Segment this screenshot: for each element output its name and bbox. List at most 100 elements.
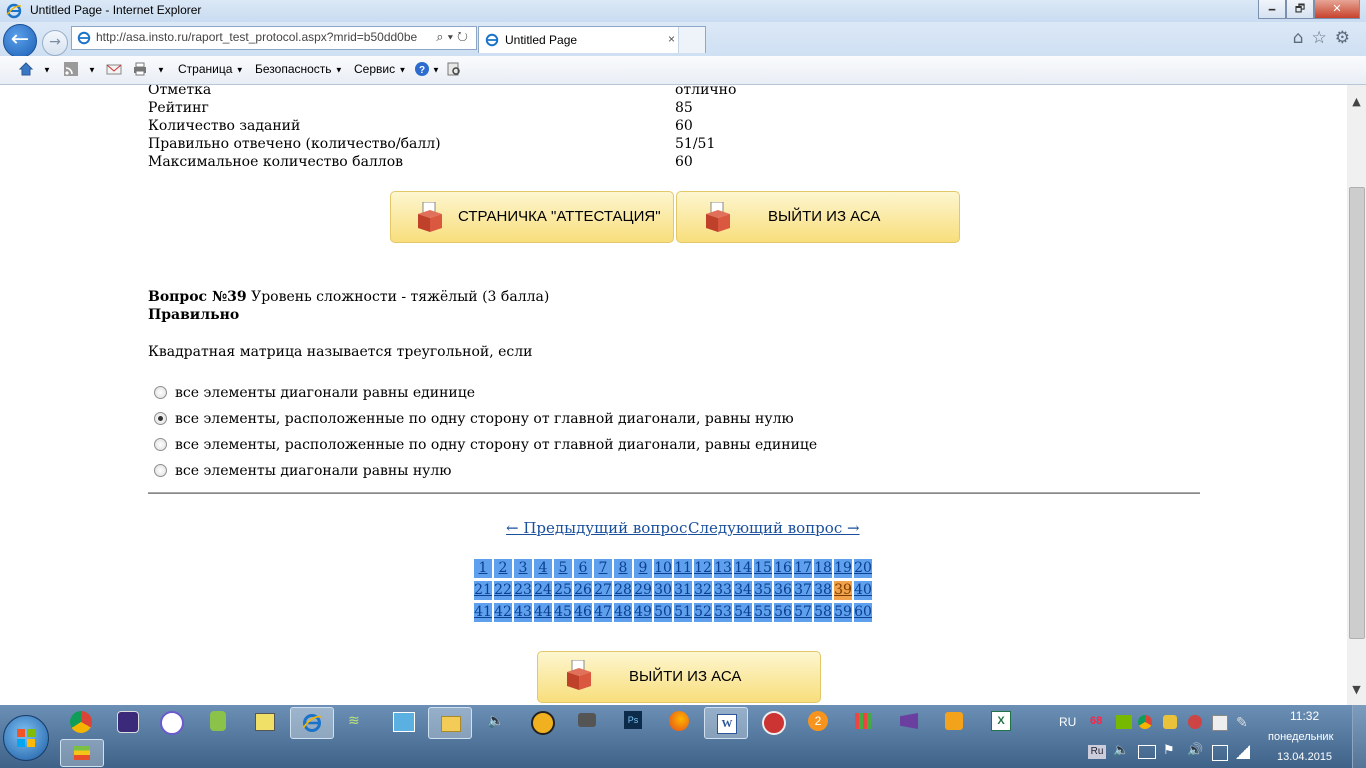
next-question-link[interactable]: Следующий вопрос → bbox=[688, 519, 860, 537]
question-number-link[interactable]: 41 bbox=[474, 603, 492, 622]
restore-button[interactable]: 🗗 bbox=[1286, 0, 1314, 19]
question-number-link[interactable]: 13 bbox=[714, 559, 732, 578]
question-number-link[interactable]: 56 bbox=[774, 603, 792, 622]
question-number-link[interactable]: 37 bbox=[794, 581, 812, 600]
question-number-link[interactable]: 4 bbox=[534, 559, 552, 578]
taskbar-app-window[interactable] bbox=[393, 712, 415, 732]
minimize-button[interactable]: 🗕 bbox=[1258, 0, 1286, 19]
question-number-link[interactable]: 19 bbox=[834, 559, 852, 578]
tray-window-icon[interactable] bbox=[1212, 715, 1228, 731]
taskbar-app-eye[interactable] bbox=[117, 711, 139, 733]
question-number-link[interactable]: 55 bbox=[754, 603, 772, 622]
question-number-link[interactable]: 11 bbox=[674, 559, 692, 578]
question-number-link[interactable]: 25 bbox=[554, 581, 572, 600]
new-tab-button[interactable] bbox=[678, 27, 705, 53]
question-number-link[interactable]: 45 bbox=[554, 603, 572, 622]
tray-ru-icon[interactable]: Ru bbox=[1088, 745, 1106, 759]
feeds-icon[interactable] bbox=[63, 61, 79, 77]
taskbar-app-daemon[interactable] bbox=[160, 711, 184, 735]
print-dropdown-icon[interactable]: ▼ bbox=[157, 62, 165, 76]
question-number-link[interactable]: 58 bbox=[814, 603, 832, 622]
question-number-link[interactable]: 14 bbox=[734, 559, 752, 578]
taskbar-app-photoshop[interactable]: Ps bbox=[624, 711, 642, 729]
tray-app-icon[interactable] bbox=[1163, 715, 1177, 729]
close-button[interactable]: ✕ bbox=[1314, 0, 1360, 19]
tray-flag-icon[interactable]: ⚑ bbox=[1163, 743, 1175, 758]
tray-tool-icon[interactable] bbox=[1188, 715, 1202, 729]
question-number-link[interactable]: 18 bbox=[814, 559, 832, 578]
taskbar-app-explorer[interactable] bbox=[428, 707, 472, 739]
question-number-link[interactable]: 34 bbox=[734, 581, 752, 600]
question-number-link[interactable]: 15 bbox=[754, 559, 772, 578]
question-number-link[interactable]: 6 bbox=[574, 559, 592, 578]
back-button[interactable]: ← bbox=[3, 24, 37, 58]
home-dropdown-icon[interactable]: ▼ bbox=[43, 62, 51, 76]
menu-safety[interactable]: Безопасность ▼ bbox=[255, 62, 343, 76]
question-number-link[interactable]: 32 bbox=[694, 581, 712, 600]
taskbar-app-media[interactable] bbox=[762, 711, 786, 735]
question-number-link[interactable]: 42 bbox=[494, 603, 512, 622]
question-number-link[interactable]: 28 bbox=[614, 581, 632, 600]
question-number-link[interactable]: 21 bbox=[474, 581, 492, 600]
question-number-link[interactable]: 16 bbox=[774, 559, 792, 578]
question-number-link[interactable]: 43 bbox=[514, 603, 532, 622]
tray-monitor-icon[interactable] bbox=[1138, 745, 1156, 759]
question-number-link[interactable]: 20 bbox=[854, 559, 872, 578]
question-number-link[interactable]: 33 bbox=[714, 581, 732, 600]
question-number-link-current[interactable]: 39 bbox=[834, 581, 852, 600]
menu-service[interactable]: Сервис ▼ bbox=[354, 62, 406, 76]
vertical-scrollbar[interactable]: ▲ ▼ bbox=[1347, 85, 1366, 705]
clock-time[interactable]: 11:32 bbox=[1290, 709, 1319, 723]
start-button[interactable] bbox=[3, 715, 49, 761]
tray-speaker-icon[interactable]: 🔊 bbox=[1187, 743, 1203, 758]
question-number-link[interactable]: 3 bbox=[514, 559, 532, 578]
research-icon[interactable] bbox=[446, 61, 462, 77]
question-number-link[interactable]: 8 bbox=[614, 559, 632, 578]
forward-button[interactable]: → bbox=[42, 30, 68, 56]
address-url[interactable]: http://asa.insto.ru/raport_test_protocol… bbox=[96, 30, 417, 44]
help-icon[interactable]: ? bbox=[414, 61, 430, 77]
attestation-page-button[interactable]: СТРАНИЧКА "АТТЕСТАЦИЯ" bbox=[390, 191, 674, 243]
question-number-link[interactable]: 31 bbox=[674, 581, 692, 600]
question-number-link[interactable]: 48 bbox=[614, 603, 632, 622]
question-number-link[interactable]: 54 bbox=[734, 603, 752, 622]
scroll-thumb[interactable] bbox=[1349, 187, 1365, 639]
taskbar-app-warning[interactable] bbox=[531, 711, 555, 735]
question-number-link[interactable]: 40 bbox=[854, 581, 872, 600]
taskbar-app-ie-active[interactable] bbox=[290, 707, 334, 739]
question-number-link[interactable]: 27 bbox=[594, 581, 612, 600]
tray-nvidia-icon[interactable] bbox=[1116, 715, 1132, 729]
tray-signal-icon[interactable] bbox=[1236, 745, 1250, 759]
tab-untitled-page[interactable]: Untitled Page × bbox=[478, 26, 706, 53]
question-number-link[interactable]: 12 bbox=[694, 559, 712, 578]
tray-pen-icon[interactable]: ✎ bbox=[1236, 715, 1248, 731]
mail-icon[interactable] bbox=[106, 61, 122, 77]
question-number-link[interactable]: 1 bbox=[474, 559, 492, 578]
exit-asa-bottom-button[interactable]: ВЫЙТИ ИЗ АСА bbox=[537, 651, 821, 703]
previous-question-link[interactable]: ← Предыдущий вопрос bbox=[506, 519, 687, 537]
answer-radio[interactable] bbox=[154, 438, 167, 451]
answer-radio-selected[interactable] bbox=[154, 412, 167, 425]
taskbar-app-camera[interactable] bbox=[578, 713, 596, 727]
question-number-link[interactable]: 50 bbox=[654, 603, 672, 622]
clock-date[interactable]: 13.04.2015 bbox=[1277, 751, 1332, 763]
question-number-link[interactable]: 38 bbox=[814, 581, 832, 600]
taskbar-app-excel[interactable]: X bbox=[991, 711, 1011, 731]
question-number-link[interactable]: 57 bbox=[794, 603, 812, 622]
question-number-link[interactable]: 24 bbox=[534, 581, 552, 600]
home-favorites-tools-icon[interactable]: ⌂☆⚙ bbox=[1293, 28, 1358, 48]
taskbar-app-chrome[interactable] bbox=[70, 711, 92, 733]
taskbar-app-2gis[interactable]: 2 bbox=[808, 711, 828, 731]
print-icon[interactable] bbox=[132, 61, 148, 77]
taskbar-app-screen[interactable] bbox=[255, 713, 275, 731]
question-number-link[interactable]: 49 bbox=[634, 603, 652, 622]
taskbar-app-wifi[interactable]: ≋ bbox=[348, 713, 366, 729]
question-number-link[interactable]: 22 bbox=[494, 581, 512, 600]
address-tools-icon[interactable]: ⌕▾↻ bbox=[436, 29, 472, 45]
question-number-link[interactable]: 17 bbox=[794, 559, 812, 578]
question-number-link[interactable]: 9 bbox=[634, 559, 652, 578]
scroll-up-icon[interactable]: ▲ bbox=[1347, 93, 1366, 111]
taskbar-app-sound[interactable]: 🔈 bbox=[487, 713, 504, 729]
tray-power-icon[interactable] bbox=[1212, 745, 1228, 761]
taskbar-app-firefox[interactable] bbox=[669, 711, 689, 731]
